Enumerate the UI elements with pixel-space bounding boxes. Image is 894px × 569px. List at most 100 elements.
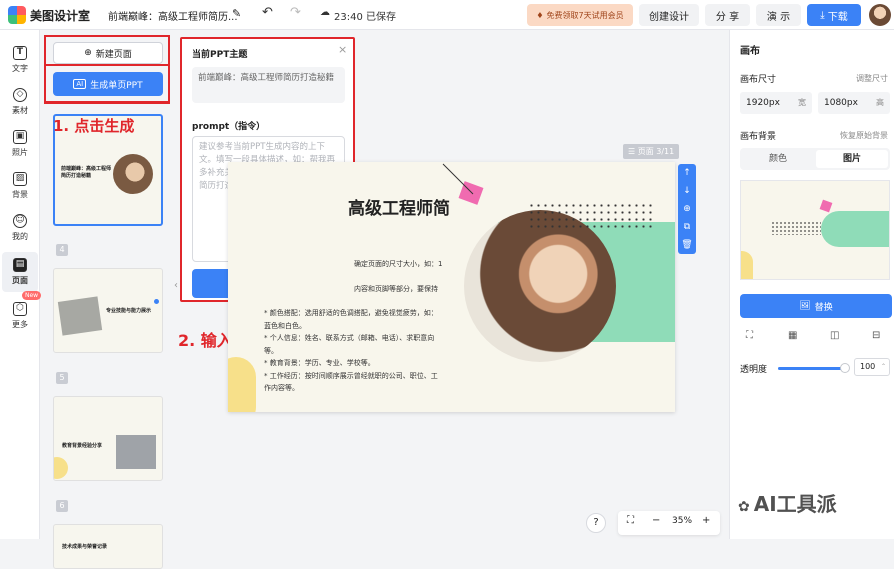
thumb-notebook-image [57,296,103,336]
zoom-out-button[interactable]: − [652,515,660,526]
avatar[interactable] [869,4,891,26]
add-page-icon[interactable]: ⊕ [678,200,696,218]
page-number: 4 [56,244,68,256]
watermark-text: AI工具派 [753,492,837,516]
slide-line: 作内容等。 [264,384,299,392]
undo-icon[interactable]: ↶ [262,5,273,20]
stepper-icon[interactable]: ⌃ [881,359,886,375]
collapse-chevron-icon[interactable]: ‹ [174,280,178,291]
slide-title[interactable]: 高级工程师简 [348,194,450,219]
width-input[interactable]: 1920px 宽 [740,92,812,114]
move-up-icon[interactable]: ↑ [678,164,696,182]
opacity-slider-handle[interactable] [839,363,850,373]
wechat-icon: ✿ [738,499,750,515]
bg-preview-dots [771,221,821,235]
slide-yellow-shape [228,357,256,412]
rail-item-mine[interactable]: ☺ 我的 [0,208,40,248]
replace-button[interactable]: 🖼 替换 [740,294,892,318]
panel-title: 画布 [740,46,760,57]
replace-image-icon: 🖼 [799,301,811,311]
page-thumbnail-6[interactable]: 技术成果与荣誉记录 [53,524,163,569]
close-icon[interactable]: × [338,43,347,56]
height-input[interactable]: 1080px 高 [818,92,890,114]
download-label: 下载 [827,11,848,23]
properties-panel: 画布 画布尺寸 调整尺寸 1920px 宽 1080px 高 画布背景 恢复原始背景… [729,30,894,539]
rail-label: 文字 [12,64,28,73]
opacity-slider-fill [778,367,845,370]
zoom-level: 35% [672,516,693,526]
save-status: 23:40 已保存 [334,12,396,23]
present-button[interactable]: 演 示 [756,4,801,26]
opacity-input[interactable]: 100 ⌃ [854,358,890,376]
thumb-yellow-shape [54,457,68,479]
rail-item-text[interactable]: T 文字 [0,40,40,80]
help-button[interactable]: ? [586,513,606,533]
move-down-icon[interactable]: ↓ [678,182,696,200]
rail-item-more[interactable]: ⬡ 更多 [0,296,40,336]
rail-item-pages[interactable]: ▤ 页面 [2,252,38,292]
filter-icon[interactable]: ▦ [788,330,797,341]
bg-preview-yellow [741,251,753,279]
rail-item-background[interactable]: ▨ 背景 [0,166,40,206]
crop-icon[interactable]: ⛶ [746,330,753,341]
tab-image[interactable]: 图片 [816,150,888,168]
thumb-title: 专业技能与能力展示 [106,308,152,314]
flip-vertical-icon[interactable]: ⊟ [872,330,880,341]
flip-horizontal-icon[interactable]: ◫ [830,330,839,341]
tab-color[interactable]: 颜色 [742,150,814,168]
doc-title[interactable]: 前端巅峰：高级工程师简历... [108,8,238,23]
slide-line: 等。 [264,346,278,355]
download-button[interactable]: ⤓ 下载 [807,4,861,26]
slide-body[interactable]: 确定页面的尺寸大小，如：1 内容和页脚等部分，要保持 * 颜色搭配：选用舒适的色… [258,258,458,395]
page-thumbnail-4[interactable]: 专业技能与能力展示 [53,268,163,353]
background-icon: ▨ [13,172,27,186]
replace-label: 替换 [814,302,833,313]
app-logo-icon[interactable] [8,6,26,24]
restore-bg-link[interactable]: 恢复原始背景 [840,130,888,141]
rail-label: 背景 [12,190,28,199]
slide-portrait[interactable] [464,210,616,362]
page-tools: ↑ ↓ ⊕ ⧉ 🗑 [678,164,696,254]
more-icon: ⬡ [13,302,27,316]
slide-line: * 工作经历：按时间顺序展示曾经就职的公司、职位、工 [264,371,438,380]
opacity-slider[interactable] [778,363,850,373]
cloud-save-icon: ☁ [320,7,330,18]
vip-trial-button[interactable]: ♦ 免费领取7天试用会员 [527,4,633,26]
annotation-step1: 1. 点击生成 [53,117,135,135]
width-unit: 宽 [798,98,806,107]
page-indicator-icon: ☰ [628,147,638,156]
rail-label: 更多 [12,320,28,329]
theme-heading: 当前PPT主题 [192,50,248,60]
edit-title-icon[interactable]: ✎ [232,7,241,20]
adjust-size-link[interactable]: 调整尺寸 [856,73,888,84]
thumb-portrait [113,154,153,194]
slide-dot-grid [528,202,653,232]
theme-value: 前端巅峰：高级工程师简历打造秘籍 [192,67,345,103]
zoom-control: ⛶ − 35% + [618,511,720,535]
rail-item-materials[interactable]: ◇ 素材 [0,82,40,122]
zoom-in-button[interactable]: + [702,515,710,526]
rail-label: 我的 [12,232,28,241]
new-badge: New [22,291,42,300]
page-number: 6 [56,500,68,512]
shapes-icon: ◇ [13,88,27,102]
canvas-bg-label: 画布背景 [740,132,777,142]
bg-preview[interactable] [740,180,890,280]
opacity-value: 100 [860,362,876,371]
redo-icon[interactable]: ↷ [290,5,301,20]
share-button[interactable]: 分 享 [705,4,750,26]
delete-icon[interactable]: 🗑 [678,236,696,254]
rail-item-photos[interactable]: ▣ 照片 [0,124,40,164]
slide-line: * 颜色搭配：选用舒适的色调搭配，避免视觉疲劳，如： [264,309,438,317]
create-design-button[interactable]: 创建设计 [639,4,699,26]
diamond-icon: ♦ [536,10,544,20]
annotation-box-step1 [44,35,170,103]
left-rail: T 文字 ◇ 素材 ▣ 照片 ▨ 背景 ☺ 我的 ▤ 页面 ⬡ 更多 New [0,30,42,539]
duplicate-icon[interactable]: ⧉ [678,218,696,236]
slide-line: 内容和页脚等部分，要保持 [354,284,438,293]
fit-screen-icon[interactable]: ⛶ [627,515,634,526]
slide-canvas[interactable]: 高级工程师简 确定页面的尺寸大小，如：1 内容和页脚等部分，要保持 * 颜色搭配… [228,162,675,412]
slide-line: 确定页面的尺寸大小，如：1 [354,260,443,268]
bg-preview-mint [821,211,889,247]
page-thumbnail-5[interactable]: 教育背景经验分享 [53,396,163,481]
